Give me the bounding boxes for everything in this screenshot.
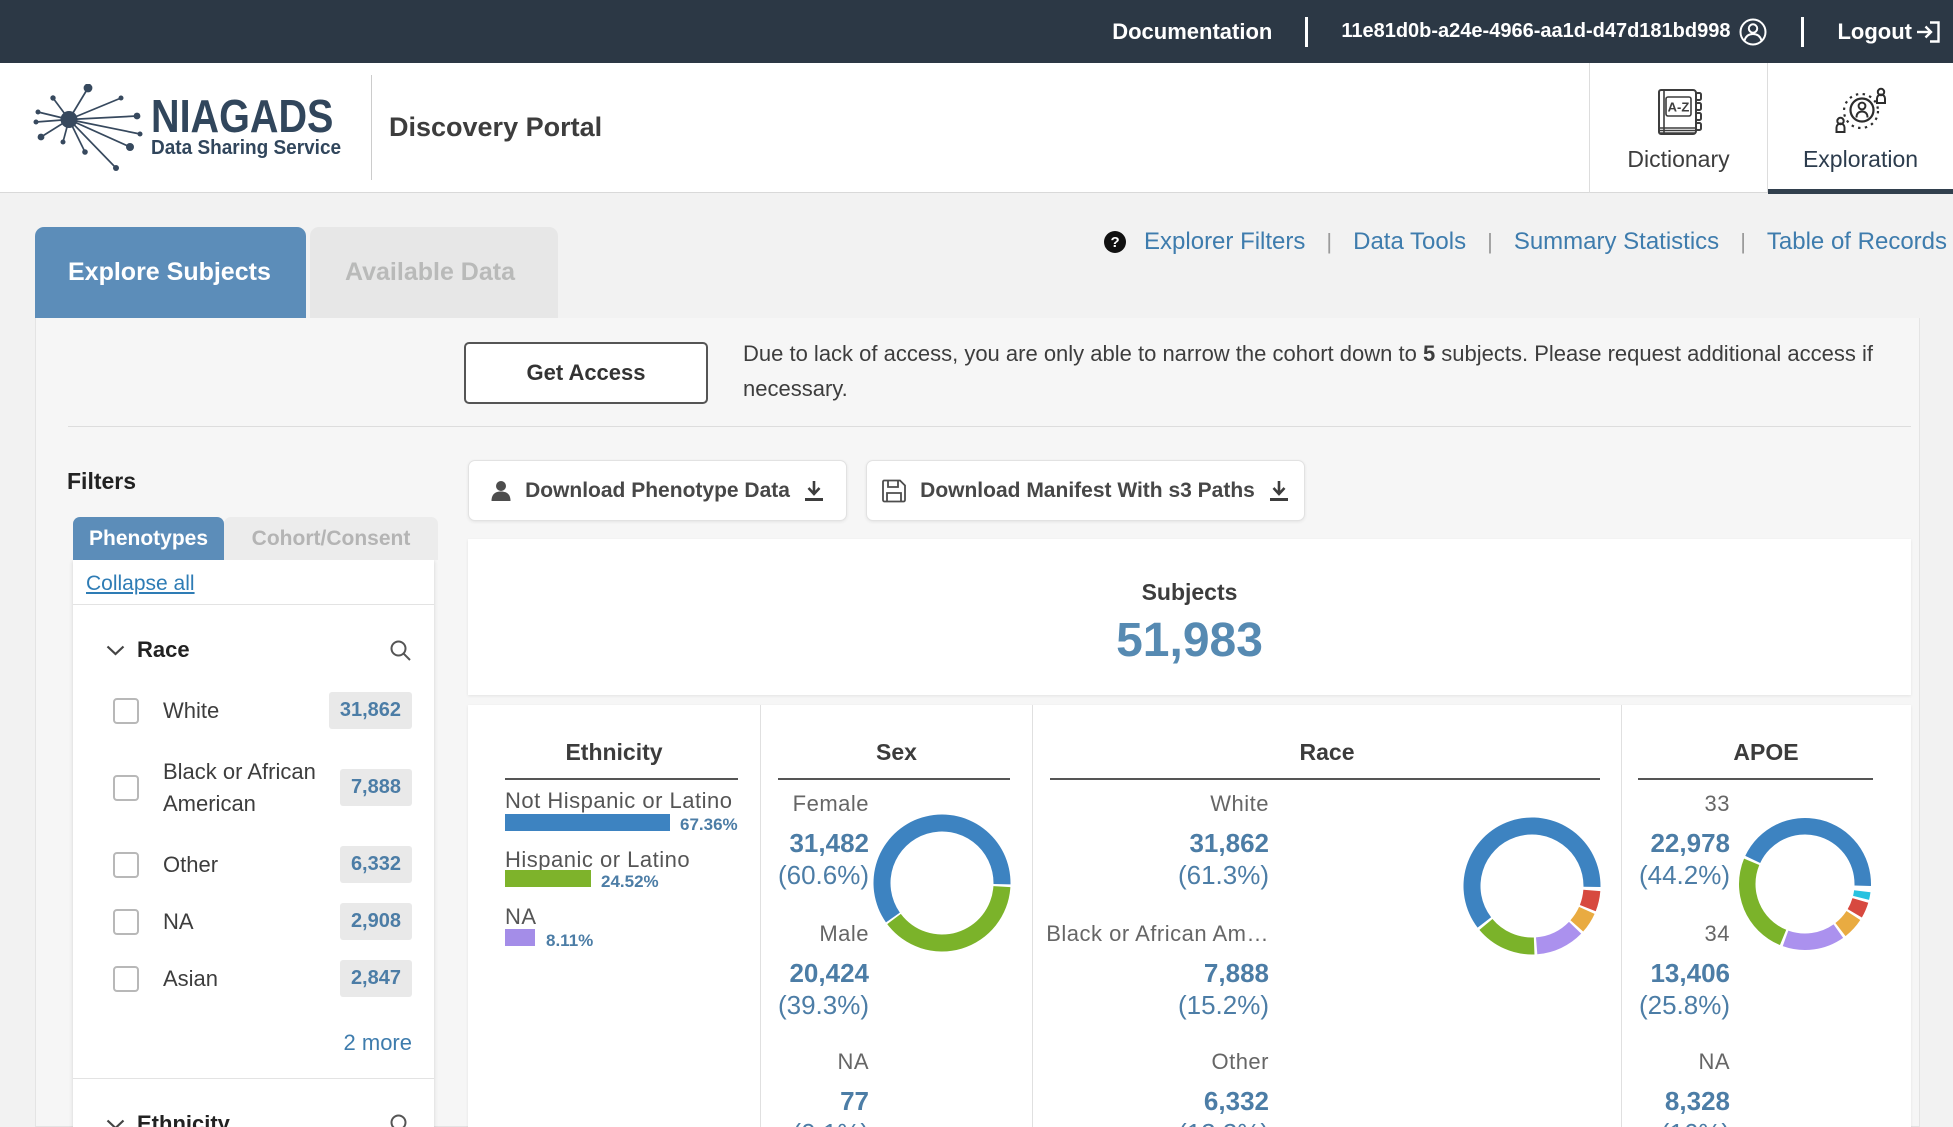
svg-text:A-Z: A-Z — [1667, 99, 1689, 114]
